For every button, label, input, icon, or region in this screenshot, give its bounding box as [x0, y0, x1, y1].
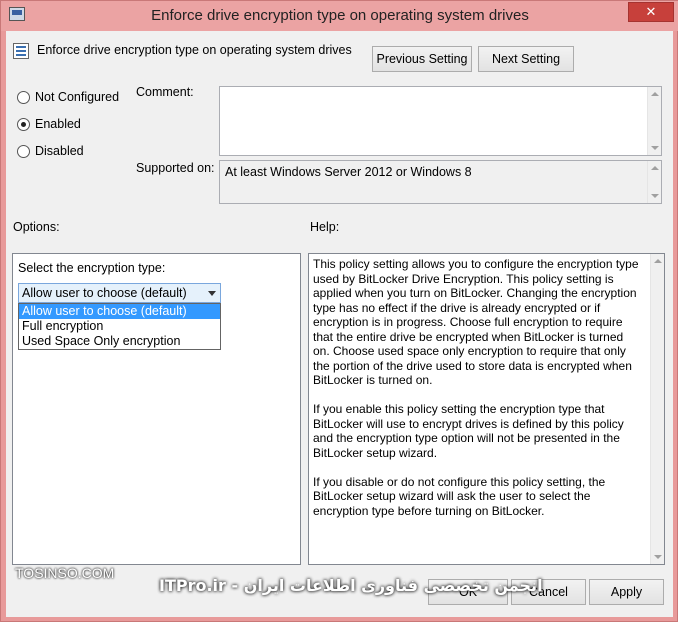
radio-circle-checked[interactable] [17, 117, 30, 131]
supported-scrollbar[interactable] [647, 161, 661, 203]
watermark-itpro: انجمن تخصصی فناوری اطلاعات ایران - ITPro… [159, 576, 543, 595]
previous-setting-button[interactable]: Previous Setting [372, 46, 472, 72]
supported-on-field: At least Windows Server 2012 or Windows … [219, 160, 662, 204]
previous-setting-label: Previous Setting [376, 52, 468, 66]
radio-enabled[interactable]: Enabled [17, 117, 81, 131]
next-setting-button[interactable]: Next Setting [478, 46, 574, 72]
title-bar[interactable]: Enforce drive encryption type on operati… [1, 1, 678, 31]
encryption-type-label: Select the encryption type: [18, 261, 166, 275]
setting-title: Enforce drive encryption type on operati… [37, 43, 352, 57]
options-panel: Select the encryption type: Allow user t… [12, 253, 301, 565]
supported-on-label: Supported on: [136, 161, 215, 175]
dialog-window: Enforce drive encryption type on operati… [0, 0, 678, 622]
options-heading: Options: [13, 220, 60, 234]
comment-textarea[interactable] [219, 86, 662, 156]
radio-circle[interactable] [17, 90, 30, 104]
apply-label: Apply [610, 585, 643, 599]
dropdown-option[interactable]: Allow user to choose (default) [19, 304, 220, 319]
next-setting-label: Next Setting [491, 52, 561, 66]
radio-disabled[interactable]: Disabled [17, 144, 84, 158]
scroll-down-icon[interactable] [654, 555, 662, 559]
window-title: Enforce drive encryption type on operati… [151, 7, 529, 24]
scroll-down-icon[interactable] [651, 146, 659, 150]
comment-scrollbar[interactable] [647, 87, 661, 155]
scroll-up-icon[interactable] [651, 166, 659, 170]
scroll-down-icon[interactable] [651, 194, 659, 198]
select-value: Allow user to choose (default) [22, 286, 187, 300]
comment-label: Comment: [136, 85, 194, 99]
radio-circle[interactable] [17, 144, 30, 158]
help-paragraph: This policy setting allows you to config… [313, 257, 639, 387]
help-paragraph: If you disable or do not configure this … [313, 474, 606, 518]
help-heading: Help: [310, 220, 340, 234]
help-panel: This policy setting allows you to config… [308, 253, 665, 565]
close-button[interactable]: ✕ [628, 2, 674, 22]
apply-button[interactable]: Apply [589, 579, 664, 605]
scroll-up-icon[interactable] [651, 92, 659, 96]
chevron-down-icon[interactable] [208, 291, 216, 296]
encryption-type-select[interactable]: Allow user to choose (default) [18, 283, 221, 303]
help-scrollbar[interactable] [650, 254, 664, 564]
supported-on-value: At least Windows Server 2012 or Windows … [225, 165, 472, 179]
dropdown-option[interactable]: Full encryption [19, 319, 220, 334]
help-text: This policy setting allows you to config… [313, 257, 641, 533]
dropdown-option[interactable]: Used Space Only encryption [19, 334, 220, 349]
encryption-type-dropdown: Allow user to choose (default) Full encr… [18, 303, 221, 350]
policy-setting-icon [13, 43, 29, 59]
radio-not-configured[interactable]: Not Configured [17, 90, 119, 104]
help-paragraph: If you enable this policy setting the en… [313, 402, 624, 460]
radio-label: Enabled [35, 117, 81, 131]
watermark-tosinso: TOSINSO.COM [15, 565, 115, 581]
radio-label: Not Configured [35, 90, 120, 104]
dialog-client-area: Enforce drive encryption type on operati… [6, 31, 673, 617]
scroll-up-icon[interactable] [654, 259, 662, 263]
radio-label: Disabled [35, 144, 84, 158]
